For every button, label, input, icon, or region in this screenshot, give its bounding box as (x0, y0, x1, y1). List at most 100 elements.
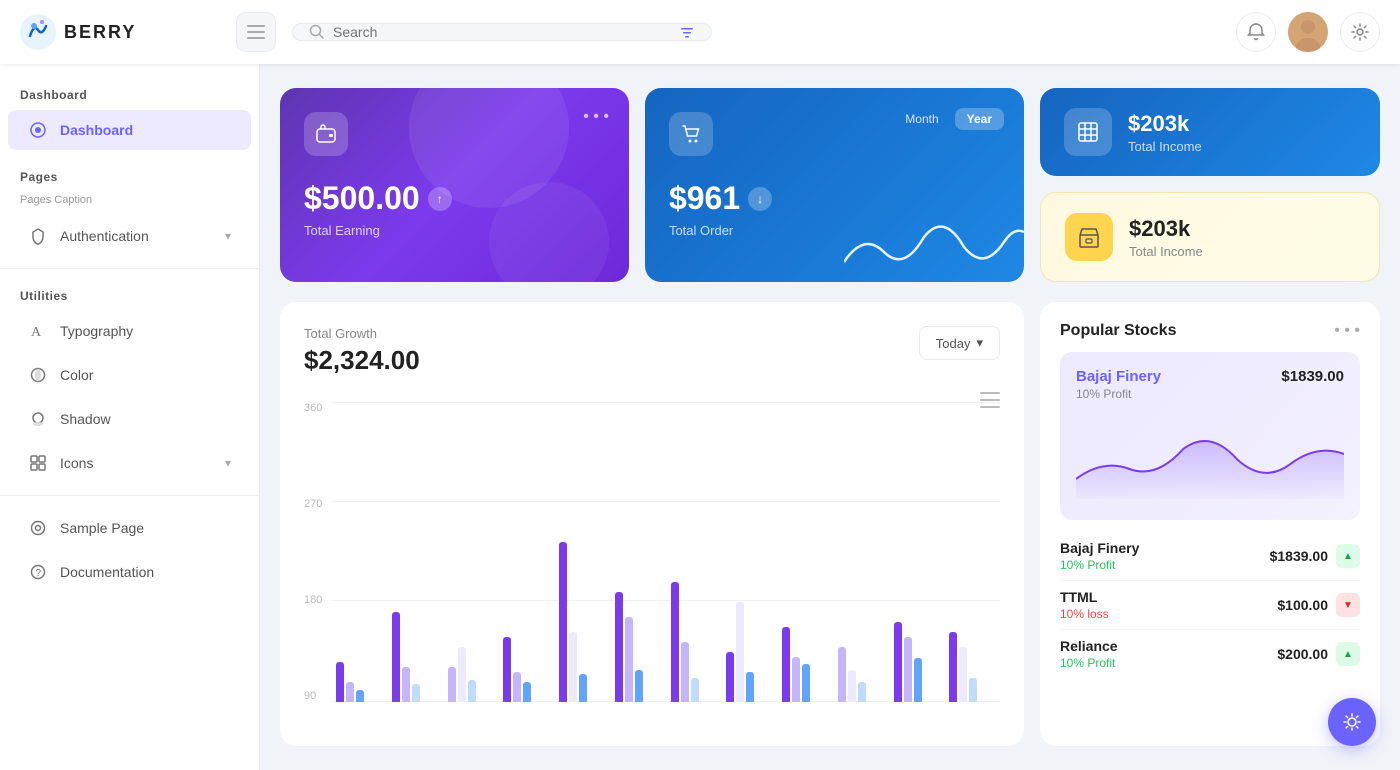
bar-group-12 (949, 632, 1000, 702)
order-trend-down-icon: ↓ (748, 187, 772, 211)
sidebar-item-documentation[interactable]: ? Documentation (8, 552, 251, 592)
bar-group-6 (615, 592, 666, 702)
bajaj-finery-info: Bajaj Finery 10% Profit (1060, 540, 1139, 572)
card-total-earning: • • • $500.00 ↑ Total Earning (280, 88, 629, 282)
typography-label: Typography (60, 323, 133, 339)
bajaj-right: $1839.00 ▲ (1270, 544, 1360, 568)
bar-group-3 (448, 647, 499, 702)
table-icon (1076, 120, 1100, 144)
dashboard-icon (28, 120, 48, 140)
header: BERRY (0, 0, 1400, 64)
cards-row: • • • $500.00 ↑ Total Earning Month Year (280, 88, 1380, 282)
bar-group-7 (671, 582, 722, 702)
income-yellow-amount: $203k (1129, 216, 1203, 242)
card-total-order: Month Year $961 ↓ Total Order (645, 88, 1024, 282)
y-label-360: 360 (304, 402, 322, 414)
avatar-image (1288, 12, 1328, 52)
tab-year[interactable]: Year (955, 108, 1004, 130)
header-right (1236, 12, 1380, 52)
order-value: $961 (669, 180, 740, 217)
sidebar: Dashboard Dashboard Pages Pages Caption … (0, 64, 260, 770)
icons-chevron-icon: ▾ (225, 456, 231, 470)
settings-button[interactable] (1340, 12, 1380, 52)
order-wave-chart (844, 202, 1024, 282)
sidebar-item-dashboard[interactable]: Dashboard (8, 110, 251, 150)
authentication-icon (28, 226, 48, 246)
bajaj-profit: 10% Profit (1076, 387, 1161, 401)
chart-header: Total Growth $2,324.00 Today ▾ (304, 326, 1000, 376)
wallet-icon (315, 123, 337, 145)
authentication-label: Authentication (60, 228, 149, 244)
icons-menu-icon (28, 453, 48, 473)
stocks-header: Popular Stocks • • • (1060, 322, 1360, 340)
sidebar-item-icons[interactable]: Icons ▾ (8, 443, 251, 483)
today-filter-button[interactable]: Today ▾ (919, 326, 1000, 360)
stocks-card: Popular Stocks • • • Bajaj Finery 10% Pr… (1040, 302, 1380, 746)
typography-icon: A (28, 321, 48, 341)
fab-settings-button[interactable] (1328, 698, 1376, 746)
search-input[interactable] (333, 24, 671, 40)
chart-card: Total Growth $2,324.00 Today ▾ 360 (280, 302, 1024, 746)
tab-month[interactable]: Month (893, 108, 950, 130)
bell-icon (1246, 22, 1266, 42)
sidebar-item-color[interactable]: Color (8, 355, 251, 395)
stock-list: Bajaj Finery 10% Profit $1839.00 ▲ TTML … (1060, 532, 1360, 678)
bar-group-9 (782, 627, 833, 702)
filter-chevron-icon: ▾ (976, 335, 983, 351)
sidebar-item-dashboard-label: Dashboard (60, 122, 133, 138)
hamburger-button[interactable] (236, 12, 276, 52)
bar-purple (336, 662, 344, 702)
bar-light-purple (346, 682, 354, 702)
svg-text:?: ? (36, 568, 42, 579)
bar-group-4 (503, 637, 554, 702)
sidebar-item-shadow[interactable]: Shadow (8, 399, 251, 439)
card-menu-dots[interactable]: • • • (583, 108, 609, 126)
income-blue-amount: $203k (1128, 111, 1202, 137)
sidebar-item-authentication[interactable]: Authentication ▾ (8, 216, 251, 256)
filter-icon[interactable] (679, 24, 695, 40)
authentication-chevron-icon: ▾ (225, 229, 231, 243)
card-income-yellow: $203k Total Income (1040, 192, 1380, 282)
bajaj-name: Bajaj Finery (1076, 368, 1161, 385)
income-blue-label: Total Income (1128, 139, 1202, 154)
bar-group-5 (559, 542, 610, 702)
hamburger-icon (247, 25, 265, 39)
icons-label: Icons (60, 455, 93, 471)
avatar[interactable] (1288, 12, 1328, 52)
sidebar-section-utilities: Utilities (0, 281, 259, 307)
card-income-blue: $203k Total Income (1040, 88, 1380, 176)
income-yellow-text: $203k Total Income (1129, 216, 1203, 259)
reliance-right: $200.00 ▲ (1277, 642, 1360, 666)
stocks-title: Popular Stocks (1060, 322, 1176, 340)
content-area: • • • $500.00 ↑ Total Earning Month Year (260, 64, 1400, 770)
bajaj-finery-highlight: Bajaj Finery 10% Profit $1839.00 (1060, 352, 1360, 520)
stock-item-ttml: TTML 10% loss $100.00 ▼ (1060, 581, 1360, 630)
stocks-more-icon[interactable]: • • • (1334, 322, 1360, 340)
color-label: Color (60, 367, 93, 383)
logo-text: BERRY (64, 22, 136, 43)
y-label-180: 180 (304, 594, 322, 606)
bajaj-trend-up-icon: ▲ (1336, 544, 1360, 568)
y-label-90: 90 (304, 690, 322, 702)
bajaj-chart (1076, 409, 1344, 499)
sample-page-icon (28, 518, 48, 538)
ttml-right: $100.00 ▼ (1277, 593, 1360, 617)
svg-text:A: A (31, 325, 42, 340)
sidebar-divider-2 (0, 495, 259, 496)
sidebar-item-sample-page[interactable]: Sample Page (8, 508, 251, 548)
order-card-icon (669, 112, 713, 156)
pages-caption: Pages Caption (0, 192, 259, 212)
logo-icon (20, 14, 56, 50)
notification-button[interactable] (1236, 12, 1276, 52)
ttml-info: TTML 10% loss (1060, 589, 1109, 621)
fab-gear-icon (1341, 711, 1363, 733)
sample-page-label: Sample Page (60, 520, 144, 536)
sidebar-item-typography[interactable]: A Typography (8, 311, 251, 351)
income-blue-text: $203k Total Income (1128, 111, 1202, 154)
bar-group-11 (894, 622, 945, 702)
filter-label: Today (936, 336, 971, 351)
shadow-label: Shadow (60, 411, 111, 427)
bar-blue (356, 690, 364, 702)
gear-icon (1351, 23, 1369, 41)
y-label-270: 270 (304, 498, 322, 510)
